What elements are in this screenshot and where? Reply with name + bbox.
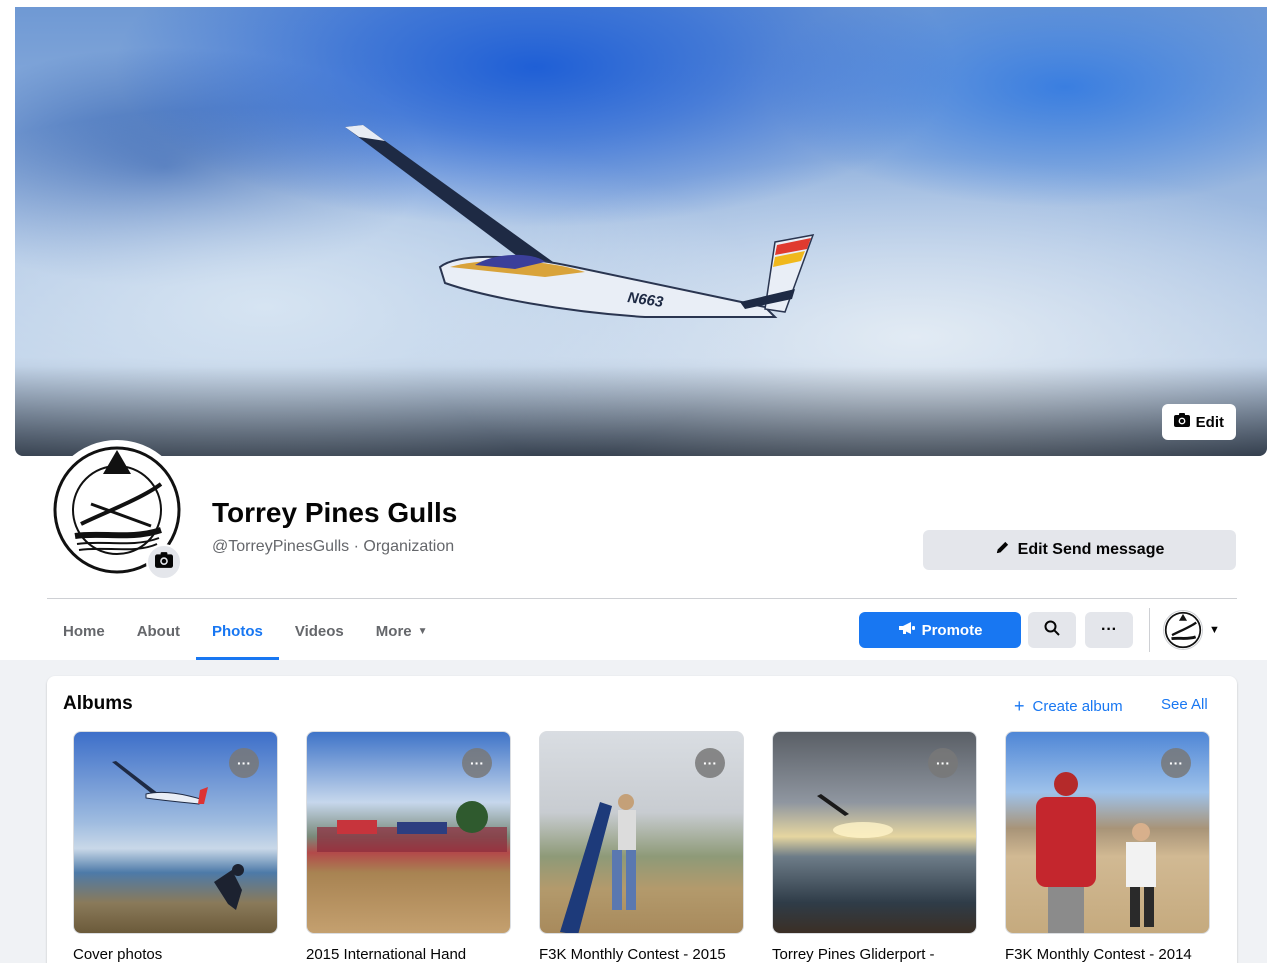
pencil-icon bbox=[995, 540, 1010, 560]
megaphone-icon bbox=[898, 621, 916, 639]
create-album-label: Create album bbox=[1032, 698, 1123, 715]
promote-label: Promote bbox=[921, 621, 983, 639]
tab-videos[interactable]: Videos bbox=[279, 602, 360, 660]
album-name: Cover photos bbox=[73, 946, 163, 963]
album-card[interactable]: ··· F3K Monthly Contest - 2014 bbox=[1005, 731, 1210, 963]
edit-send-message-button[interactable]: Edit Send message bbox=[923, 530, 1236, 570]
album-thumbnail[interactable]: ··· bbox=[306, 731, 511, 934]
edit-cover-button[interactable]: Edit bbox=[1161, 404, 1236, 440]
album-card[interactable]: ··· F3K Monthly Contest - 2015 bbox=[539, 731, 744, 963]
albums-heading: Albums bbox=[63, 693, 133, 714]
header-divider bbox=[47, 598, 1237, 599]
create-album-link[interactable]: + Create album bbox=[1014, 696, 1123, 717]
ellipsis-icon: ··· bbox=[936, 755, 950, 771]
actions-divider bbox=[1149, 608, 1150, 652]
album-thumbnail[interactable]: ··· bbox=[539, 731, 744, 934]
search-icon bbox=[1044, 620, 1060, 641]
caret-down-icon: ▼ bbox=[1209, 624, 1220, 636]
page-tabs: Home About Photos Videos More ▼ bbox=[47, 602, 444, 660]
album-card[interactable]: ··· 2015 International Hand bbox=[306, 731, 511, 963]
see-all-link[interactable]: See All bbox=[1161, 696, 1208, 713]
ellipsis-icon: ··· bbox=[703, 755, 717, 771]
caret-down-icon: ▼ bbox=[417, 625, 428, 637]
album-options-button[interactable]: ··· bbox=[229, 748, 259, 778]
page-title: Torrey Pines Gulls bbox=[212, 497, 458, 528]
tab-about[interactable]: About bbox=[121, 602, 196, 660]
ellipsis-icon: ··· bbox=[470, 755, 484, 771]
camera-icon bbox=[1173, 413, 1190, 431]
album-thumbnail[interactable]: ··· bbox=[73, 731, 278, 934]
glider-image: N663 bbox=[345, 125, 815, 318]
tab-photos[interactable]: Photos bbox=[196, 602, 279, 660]
promote-button[interactable]: Promote bbox=[859, 612, 1021, 648]
album-thumbnail[interactable]: ··· bbox=[772, 731, 977, 934]
update-avatar-button[interactable] bbox=[146, 544, 182, 580]
cover-photo[interactable]: N663 Edit bbox=[15, 7, 1267, 456]
album-options-button[interactable]: ··· bbox=[462, 748, 492, 778]
album-name: F3K Monthly Contest - 2015 bbox=[539, 946, 726, 963]
ellipsis-icon: ··· bbox=[1101, 621, 1117, 638]
page-subtitle: @TorreyPinesGulls · Organization bbox=[212, 538, 455, 555]
tab-more[interactable]: More ▼ bbox=[360, 602, 444, 660]
search-button[interactable] bbox=[1028, 612, 1076, 648]
tab-home[interactable]: Home bbox=[47, 602, 121, 660]
plus-icon: + bbox=[1014, 696, 1025, 716]
album-thumbnail[interactable]: ··· bbox=[1005, 731, 1210, 934]
account-avatar bbox=[1163, 610, 1203, 650]
album-name: Torrey Pines Gliderport - bbox=[772, 946, 935, 963]
account-switcher[interactable]: ▼ bbox=[1163, 608, 1229, 652]
album-options-button[interactable]: ··· bbox=[695, 748, 725, 778]
ellipsis-icon: ··· bbox=[1169, 755, 1183, 771]
camera-icon bbox=[155, 551, 173, 573]
album-card[interactable]: ··· Torrey Pines Gliderport - bbox=[772, 731, 977, 963]
album-name: F3K Monthly Contest - 2014 bbox=[1005, 946, 1192, 963]
ellipsis-icon: ··· bbox=[237, 755, 251, 771]
edit-send-message-label: Edit Send message bbox=[1017, 541, 1165, 558]
album-card[interactable]: ··· Cover photos bbox=[73, 731, 278, 963]
albums-card: Albums + Create album See All ··· Cover … bbox=[47, 676, 1237, 963]
more-options-button[interactable]: ··· bbox=[1085, 612, 1133, 648]
edit-cover-label: Edit bbox=[1195, 413, 1224, 431]
album-options-button[interactable]: ··· bbox=[1161, 748, 1191, 778]
album-name: 2015 International Hand bbox=[306, 946, 467, 963]
album-options-button[interactable]: ··· bbox=[928, 748, 958, 778]
